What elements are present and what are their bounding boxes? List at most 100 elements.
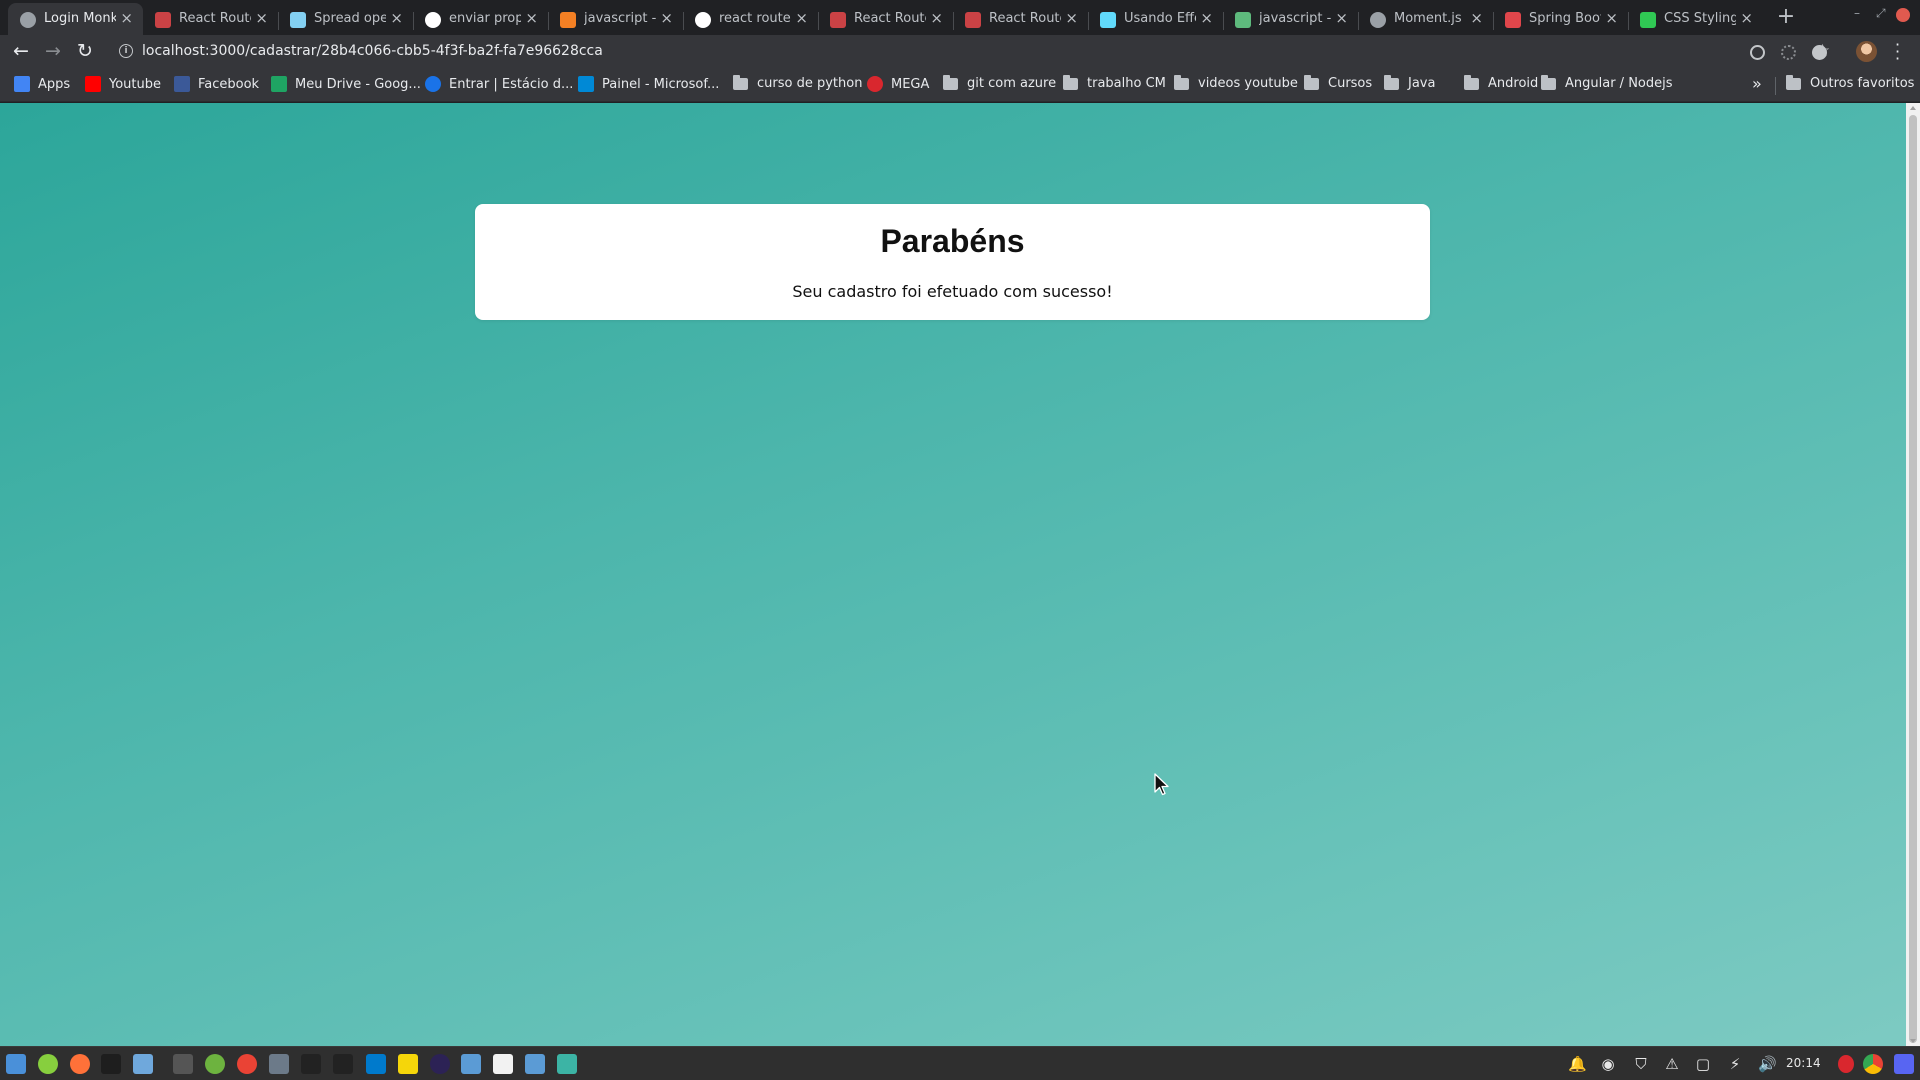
- page-scrollbar[interactable]: [1906, 103, 1920, 1046]
- tab-5[interactable]: javascript - ×: [548, 3, 683, 35]
- bookmark-8[interactable]: MEGA: [867, 76, 929, 92]
- chrome-tray-icon[interactable]: [1863, 1054, 1883, 1074]
- taskbar-clock[interactable]: 20:14: [1786, 1056, 1821, 1070]
- bookmark-12[interactable]: Cursos: [1304, 74, 1372, 91]
- vscode-icon[interactable]: [366, 1054, 386, 1074]
- keyboard-icon[interactable]: [173, 1054, 193, 1074]
- show-desktop-icon[interactable]: [6, 1054, 26, 1074]
- tab-11[interactable]: Moment.js | ×: [1358, 3, 1493, 35]
- bookmark-6[interactable]: Painel - Microsof...: [578, 76, 719, 92]
- address-url[interactable]: localhost:3000/cadastrar/28b4c066-cbb5-4…: [142, 43, 603, 59]
- folder-icon: [943, 74, 958, 90]
- tab-2[interactable]: React Route ×: [143, 3, 278, 35]
- files-icon[interactable]: [133, 1054, 153, 1074]
- tab-separator: [548, 12, 549, 30]
- volume-icon[interactable]: 🔊: [1758, 1055, 1777, 1073]
- bookmark-1[interactable]: Apps: [14, 76, 70, 92]
- bookmark-4[interactable]: Meu Drive - Goog...: [271, 76, 421, 92]
- chrome-icon[interactable]: [237, 1054, 257, 1074]
- tab-close-icon[interactable]: ×: [795, 9, 808, 27]
- bookmark-5[interactable]: Entrar | Estácio d...: [425, 76, 573, 92]
- bookmark-3[interactable]: Facebook: [174, 76, 259, 92]
- address-bar[interactable]: i localhost:3000/cadastrar/28b4c066-cbb5…: [110, 38, 1830, 65]
- more-bookmarks-chevron-icon[interactable]: »: [1752, 74, 1762, 93]
- bell-icon[interactable]: 🔔: [1568, 1055, 1587, 1073]
- tab-close-icon[interactable]: ×: [1470, 9, 1483, 27]
- terminal-icon[interactable]: [101, 1054, 121, 1074]
- tab-close-icon[interactable]: ×: [1200, 9, 1213, 27]
- network-icon[interactable]: [557, 1054, 577, 1074]
- firefox-icon[interactable]: [70, 1054, 90, 1074]
- bookmark-15[interactable]: Angular / Nodejs: [1541, 74, 1673, 91]
- tab-6[interactable]: react router ×: [683, 3, 818, 35]
- discord-tray-icon[interactable]: ◉: [1599, 1055, 1617, 1073]
- react-router-icon: [830, 12, 846, 28]
- tab-close-icon[interactable]: ×: [120, 9, 133, 27]
- document-icon[interactable]: [493, 1054, 513, 1074]
- spring-tool-icon[interactable]: [205, 1054, 225, 1074]
- os-taskbar: 🔔 ◉ ⛉ ⚠ ▢ ⚡ 🔊 20:14: [0, 1046, 1920, 1080]
- bookmark-11[interactable]: videos youtube: [1174, 74, 1298, 91]
- tab-12[interactable]: Spring Boot ×: [1493, 3, 1628, 35]
- chrome-menu-icon[interactable]: · · ·: [1895, 37, 1901, 67]
- reload-icon[interactable]: ↻: [74, 40, 96, 62]
- tab-close-icon[interactable]: ×: [660, 9, 673, 27]
- shield-icon[interactable]: ⛉: [1632, 1055, 1650, 1073]
- new-tab-button[interactable]: +: [1774, 4, 1798, 29]
- maximize-button[interactable]: ⤢: [1876, 6, 1886, 21]
- tab-8[interactable]: React Route ×: [953, 3, 1088, 35]
- mint-menu-icon[interactable]: [38, 1054, 58, 1074]
- tab-close-icon[interactable]: ×: [525, 9, 538, 27]
- bookmark-10[interactable]: trabalho CM: [1063, 74, 1166, 91]
- extension-target-icon[interactable]: [1750, 45, 1765, 60]
- terminal-2-icon[interactable]: [301, 1054, 321, 1074]
- scroll-down-arrow-icon[interactable]: [1910, 1039, 1916, 1043]
- tab-4[interactable]: enviar prop ×: [413, 3, 548, 35]
- filemanager-icon[interactable]: [461, 1054, 481, 1074]
- tab-separator: [683, 12, 684, 30]
- tab-3[interactable]: Spread ope ×: [278, 3, 413, 35]
- tab-close-icon[interactable]: ×: [1335, 9, 1348, 27]
- extension-broadcast-icon[interactable]: [1781, 45, 1796, 60]
- bookmark-14[interactable]: Android: [1464, 74, 1538, 91]
- screenshot-icon[interactable]: [525, 1054, 545, 1074]
- tab-10[interactable]: javascript - ×: [1223, 3, 1358, 35]
- discord-icon[interactable]: [1894, 1054, 1914, 1074]
- scroll-thumb[interactable]: [1909, 115, 1917, 1043]
- tab-1[interactable]: Login Monk ×: [8, 3, 143, 35]
- window-close-button[interactable]: [1896, 8, 1910, 22]
- tab-close-icon[interactable]: ×: [1065, 9, 1078, 27]
- tab-close-icon[interactable]: ×: [390, 9, 403, 27]
- tab-7[interactable]: React Route ×: [818, 3, 953, 35]
- terminal-3-icon[interactable]: [333, 1054, 353, 1074]
- site-info-icon[interactable]: i: [119, 44, 133, 58]
- tab-close-icon[interactable]: ×: [1740, 9, 1753, 27]
- bookmark-9[interactable]: git com azure: [943, 74, 1056, 91]
- notes-icon[interactable]: [398, 1054, 418, 1074]
- tab-title: Spread ope: [314, 11, 386, 26]
- other-bookmarks[interactable]: Outros favoritos: [1786, 74, 1914, 91]
- tab-9[interactable]: Usando Effe ×: [1088, 3, 1223, 35]
- window-icon[interactable]: ▢: [1694, 1055, 1712, 1073]
- bookmark-2[interactable]: Youtube: [85, 76, 161, 92]
- tab-close-icon[interactable]: ×: [930, 9, 943, 27]
- scroll-up-arrow-icon[interactable]: [1910, 106, 1916, 110]
- bookmark-label: Java: [1408, 76, 1436, 91]
- opera-icon[interactable]: [1838, 1055, 1854, 1073]
- bookmark-7[interactable]: curso de python: [733, 74, 863, 91]
- bookmark-label: Entrar | Estácio d...: [449, 76, 574, 92]
- profile-avatar[interactable]: [1856, 41, 1877, 62]
- minimize-button[interactable]: –: [1854, 6, 1860, 20]
- tab-13[interactable]: CSS Styling ×: [1628, 3, 1763, 35]
- forward-arrow-icon[interactable]: →: [42, 40, 64, 62]
- folder-app-icon[interactable]: [269, 1054, 289, 1074]
- bookmark-label: curso de python: [757, 76, 863, 91]
- eclipse-icon[interactable]: [430, 1054, 450, 1074]
- back-arrow-icon[interactable]: ←: [10, 40, 32, 62]
- bookmark-13[interactable]: Java: [1384, 74, 1436, 91]
- extension-compass-icon[interactable]: [1812, 45, 1827, 60]
- warning-icon[interactable]: ⚠: [1663, 1055, 1681, 1073]
- power-icon[interactable]: ⚡: [1726, 1055, 1744, 1073]
- tab-close-icon[interactable]: ×: [1605, 9, 1618, 27]
- tab-close-icon[interactable]: ×: [255, 9, 268, 27]
